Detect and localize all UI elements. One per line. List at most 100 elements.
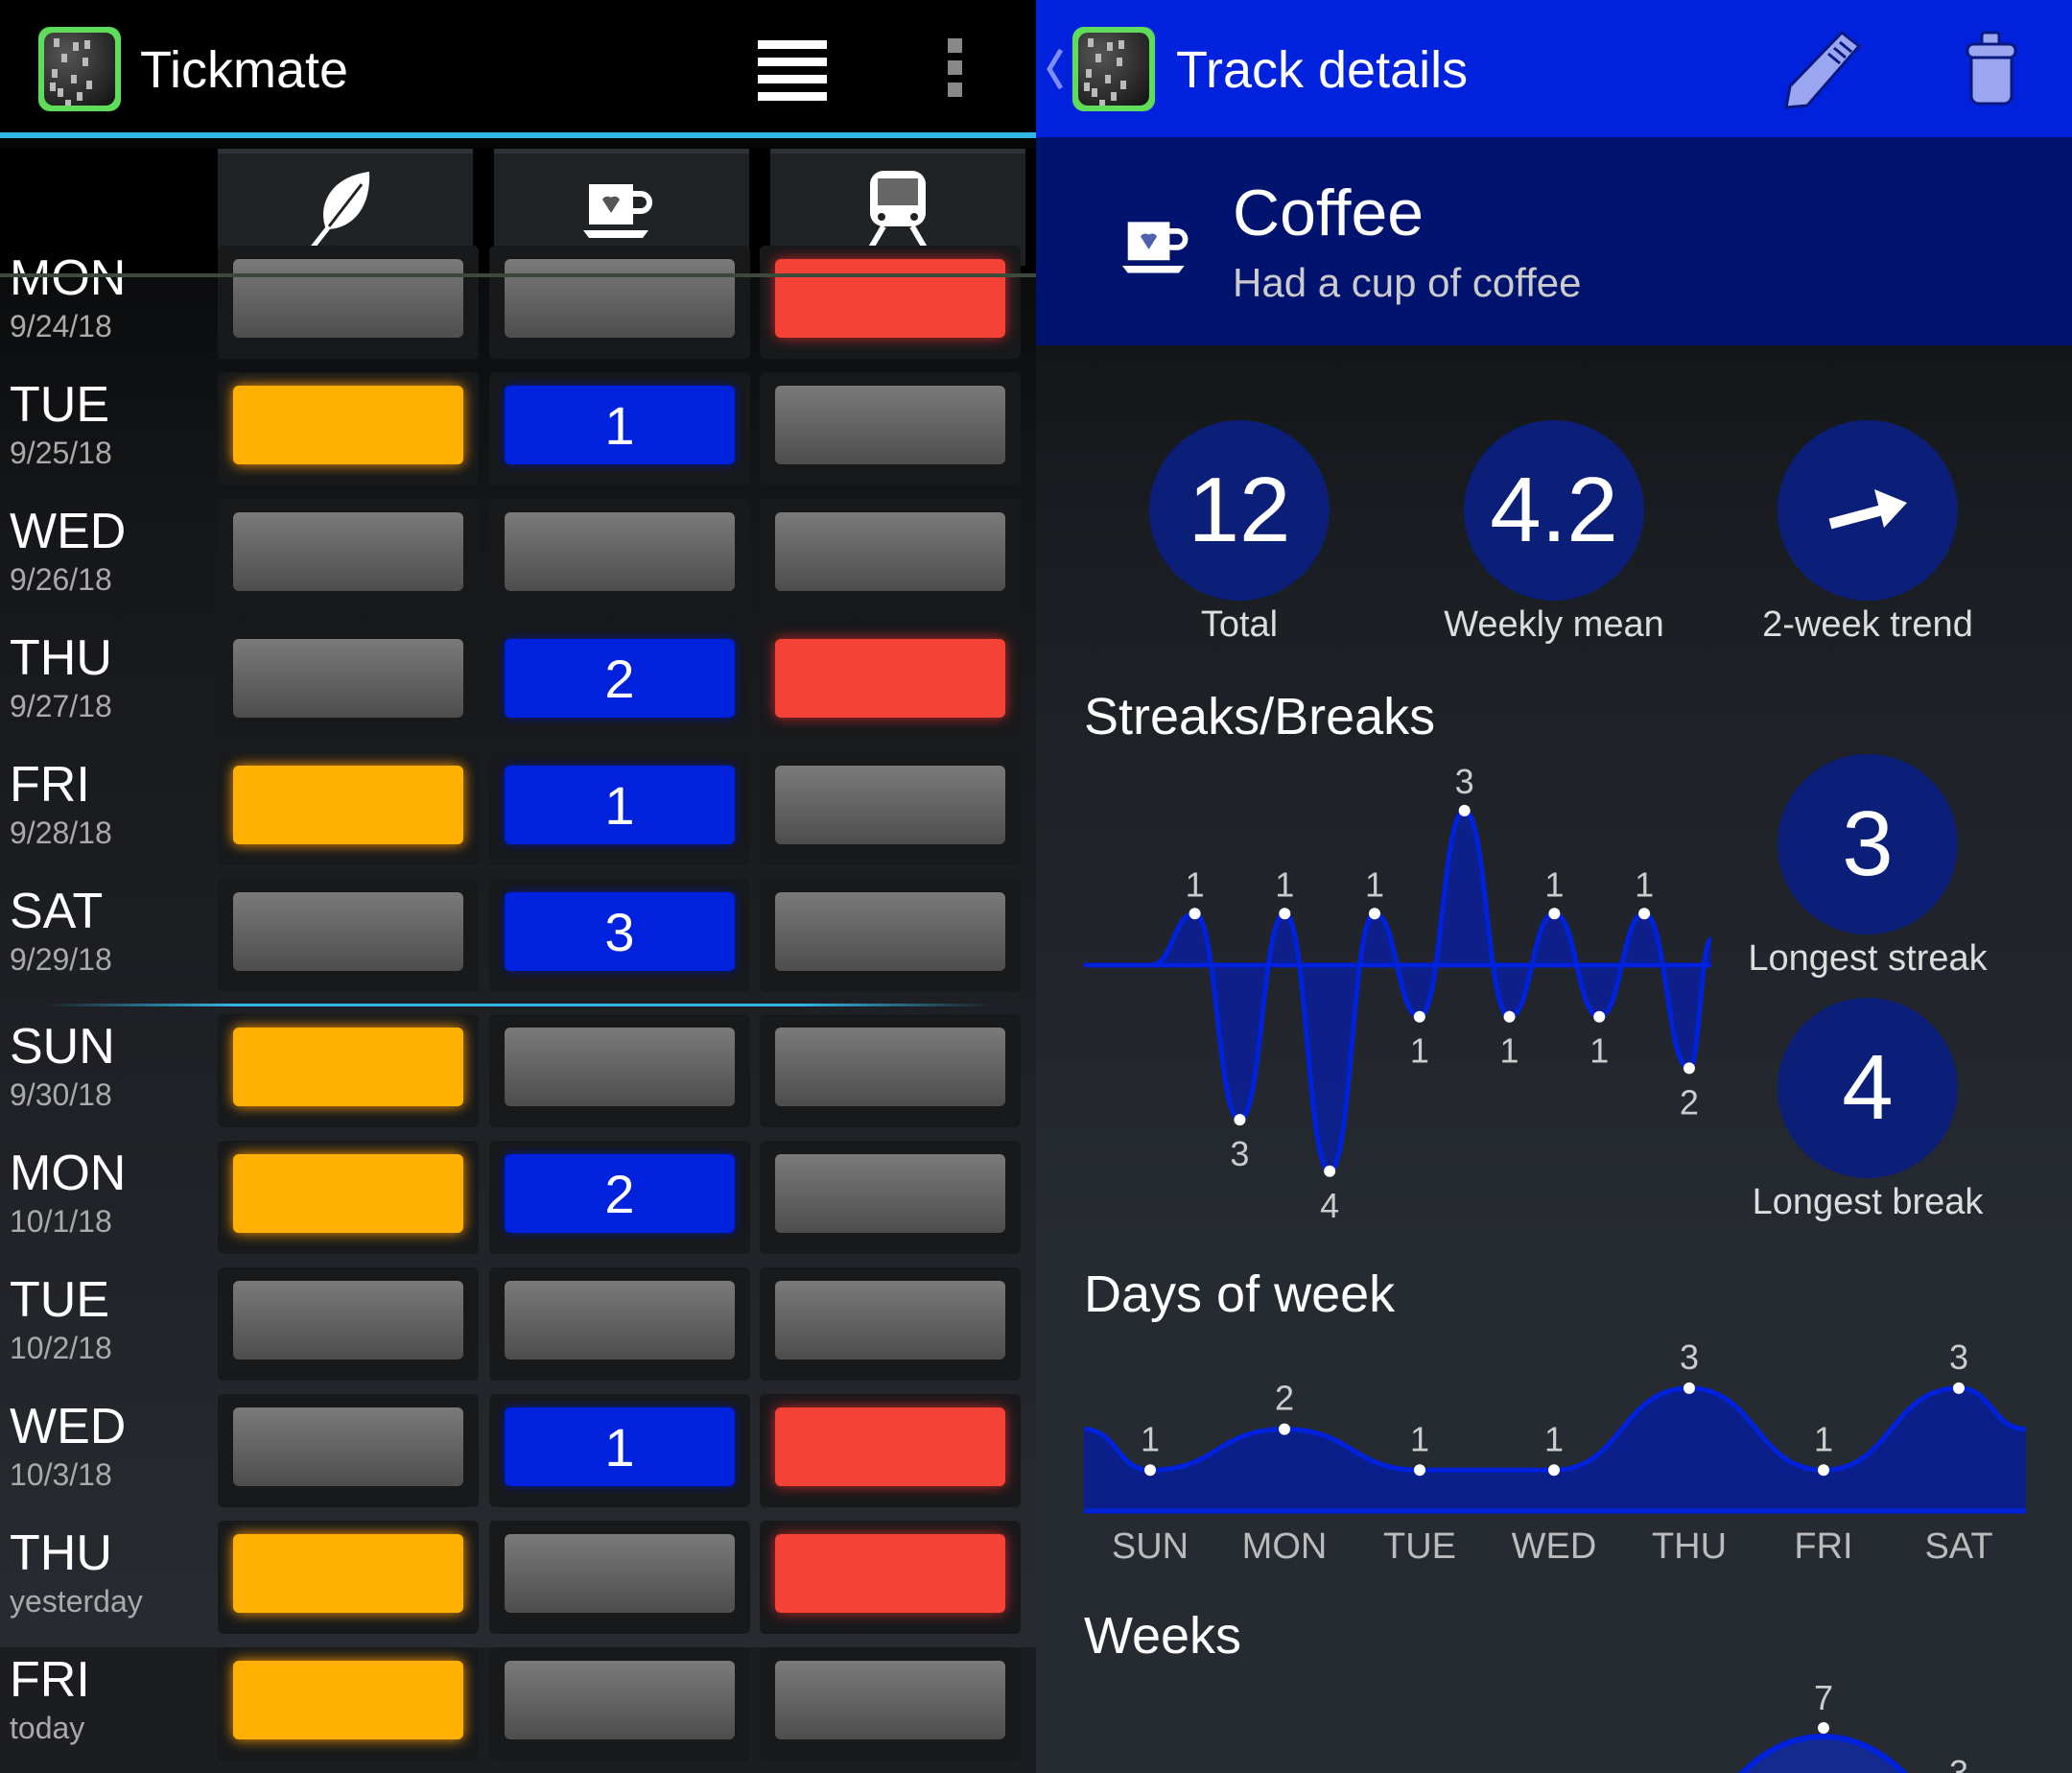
tick-cell[interactable] [760,1014,1021,1127]
tick-cell[interactable] [218,879,479,992]
tick-cell[interactable] [760,1141,1021,1254]
tick-button[interactable] [233,512,463,591]
tick-button[interactable] [775,1407,1005,1486]
days-point [1144,1464,1156,1477]
tick-button[interactable]: 2 [505,1154,735,1233]
tick-cell[interactable] [760,246,1021,359]
day-date: 9/27/18 [10,689,112,723]
tick-cell[interactable]: 1 [489,372,750,485]
tick-button[interactable] [775,892,1005,971]
tick-cell[interactable] [489,1647,750,1761]
tick-cell[interactable] [218,752,479,865]
tick-cell[interactable] [760,1267,1021,1381]
tick-button[interactable] [775,512,1005,591]
charts-layer: 1 3 1 4 1 1 3 1 1 1 1 2 1 SUN 2 MON 1 TUE 1 WED 3 THU 1 FRI 3 SAT… [1083,762,2027,1773]
streaks-point [1369,908,1380,920]
more-vert-icon[interactable] [948,38,963,100]
tick-button[interactable] [233,259,463,338]
tick-button[interactable] [233,1534,463,1613]
tick-cell[interactable]: 1 [489,1394,750,1507]
tick-cell[interactable]: 2 [489,1141,750,1254]
tick-cell[interactable] [760,752,1021,865]
days-value-label: 3 [1680,1337,1699,1377]
tick-cell[interactable] [489,499,750,612]
tick-button[interactable] [505,1281,735,1359]
tickmate-panel: Tickmate MON 9/24/18 TUE 9/25/18 1 WED 9/26… [0,0,1036,1773]
streaks-line [1084,808,1714,1174]
tick-button[interactable] [233,639,463,718]
tick-cell[interactable] [760,626,1021,739]
day-name: FRI [10,1652,90,1708]
tick-button[interactable]: 3 [505,892,735,971]
tick-cell[interactable] [218,499,479,612]
list-icon[interactable] [758,38,831,102]
day-date: 10/2/18 [10,1331,112,1365]
tick-cell[interactable] [760,879,1021,992]
streaks-value-label: 1 [1589,1031,1609,1071]
tick-button[interactable] [233,1154,463,1233]
tick-button[interactable] [775,766,1005,844]
tick-cell[interactable] [218,1267,479,1381]
tick-button[interactable] [233,1407,463,1486]
days-category-label: FRI [1794,1526,1852,1567]
tick-button[interactable]: 1 [505,766,735,844]
tick-cell[interactable] [218,1394,479,1507]
tick-cell[interactable] [760,499,1021,612]
tick-cell[interactable] [218,372,479,485]
days-point [1953,1382,1965,1394]
weeks-area [1742,1737,1904,1773]
tick-cell[interactable] [218,1647,479,1761]
streaks-value-label: 1 [1500,1031,1519,1071]
tick-button[interactable] [775,386,1005,464]
day-name: WED [10,504,127,559]
tick-button[interactable] [233,1281,463,1359]
tick-button[interactable] [505,259,735,338]
day-row: WED 9/26/18 [0,499,1036,626]
tick-button[interactable]: 1 [505,1407,735,1486]
streaks-point [1324,1165,1336,1177]
tick-button[interactable] [233,386,463,464]
tick-button[interactable] [233,766,463,844]
tick-cell[interactable] [489,1521,750,1634]
tick-button[interactable] [233,1661,463,1739]
day-row: FRI today [0,1647,1036,1773]
tick-button[interactable] [775,1661,1005,1739]
tick-button[interactable] [775,639,1005,718]
tick-button[interactable] [775,1534,1005,1613]
streaks-value-label: 1 [1365,864,1384,904]
tick-cell[interactable] [760,372,1021,485]
tick-cell[interactable] [218,1521,479,1634]
tick-cell[interactable]: 1 [489,752,750,865]
tick-button[interactable]: 1 [505,386,735,464]
day-name: THU [10,1525,112,1581]
tick-cell[interactable] [218,1014,479,1127]
tick-cell[interactable] [489,1267,750,1381]
tick-button[interactable] [775,1154,1005,1233]
tick-cell[interactable] [489,246,750,359]
tick-button[interactable] [775,1281,1005,1359]
tick-cell[interactable] [218,246,479,359]
tick-button[interactable] [233,1028,463,1106]
days-category-label: SAT [1924,1526,1992,1567]
day-row: TUE 10/2/18 [0,1267,1036,1394]
tick-cell[interactable] [489,1014,750,1127]
tick-cell[interactable] [218,1141,479,1254]
day-date: 9/25/18 [10,436,112,470]
tick-cell[interactable] [760,1394,1021,1507]
tick-button[interactable] [505,1534,735,1613]
tick-cell[interactable] [218,626,479,739]
tick-button[interactable] [505,1661,735,1739]
tick-button[interactable]: 2 [505,639,735,718]
streaks-value-label: 1 [1186,864,1205,904]
tick-cell[interactable] [760,1647,1021,1761]
tick-button[interactable] [505,1028,735,1106]
tick-button[interactable] [775,1028,1005,1106]
tick-cell[interactable]: 3 [489,879,750,992]
tick-button[interactable] [775,259,1005,338]
streaks-point [1503,1010,1516,1023]
tickmate-logo-icon[interactable] [38,27,121,111]
tick-button[interactable] [505,512,735,591]
tick-cell[interactable] [760,1521,1021,1634]
tick-button[interactable] [233,892,463,971]
tick-cell[interactable]: 2 [489,626,750,739]
